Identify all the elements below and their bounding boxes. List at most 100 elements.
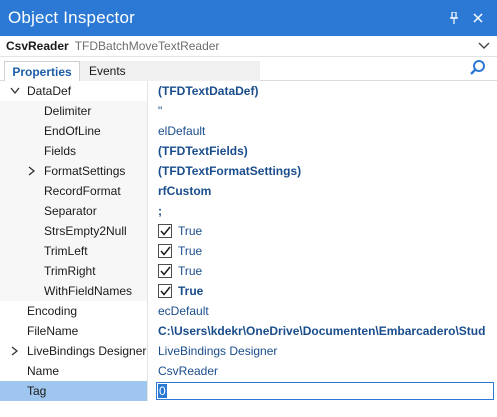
property-name-cell[interactable]: EndOfLine — [0, 121, 148, 141]
property-value: " — [158, 104, 163, 118]
object-selector[interactable]: CsvReader TFDBatchMoveTextReader — [0, 36, 497, 57]
close-icon[interactable] — [471, 11, 485, 25]
property-value: (TFDTextFields) — [158, 144, 248, 158]
property-row[interactable]: StrsEmpty2Null True — [0, 221, 497, 241]
property-name: StrsEmpty2Null — [44, 224, 127, 238]
property-name: LiveBindings Designer — [27, 344, 147, 358]
tab-events[interactable]: Events — [80, 61, 260, 81]
property-name-cell[interactable]: WithFieldNames — [0, 281, 148, 301]
chevron-down-icon[interactable] — [475, 37, 493, 55]
property-value-cell[interactable]: (TFDTextFormatSettings) — [148, 161, 497, 181]
property-name-cell[interactable]: TrimRight — [0, 261, 148, 281]
checkbox[interactable] — [158, 224, 172, 238]
property-row[interactable]: Encoding ecDefault — [0, 301, 497, 321]
title-buttons — [447, 11, 497, 25]
property-value: rfCustom — [158, 184, 212, 198]
chevron-right-icon[interactable] — [9, 345, 21, 357]
property-value-cell[interactable]: C:\Users\kdekr\OneDrive\Documenten\Embar… — [148, 321, 497, 341]
property-name: Delimiter — [44, 104, 92, 118]
property-row[interactable]: EndOfLine elDefault — [0, 121, 497, 141]
property-value: ecDefault — [158, 304, 209, 318]
checkbox[interactable] — [158, 284, 172, 298]
chevron-down-icon[interactable] — [9, 85, 21, 97]
property-row[interactable]: Delimiter " — [0, 101, 497, 121]
property-name-cell[interactable]: Delimiter — [0, 101, 148, 121]
property-name: RecordFormat — [44, 184, 121, 198]
property-value-cell[interactable]: True — [148, 281, 497, 301]
property-row[interactable]: RecordFormat rfCustom — [0, 181, 497, 201]
object-name: CsvReader — [6, 39, 69, 53]
pin-icon[interactable] — [447, 11, 461, 25]
property-name-cell[interactable]: DataDef — [0, 81, 148, 101]
property-name-cell[interactable]: Separator — [0, 201, 148, 221]
property-name-cell[interactable]: StrsEmpty2Null — [0, 221, 148, 241]
property-value-cell[interactable]: ecDefault — [148, 301, 497, 321]
tab-bar: Properties Events — [0, 57, 497, 81]
property-value-cell[interactable]: rfCustom — [148, 181, 497, 201]
property-name-cell[interactable]: Encoding — [0, 301, 148, 321]
property-value: CsvReader — [158, 364, 219, 378]
window-title: Object Inspector — [8, 8, 135, 27]
property-name-cell[interactable]: Tag — [0, 381, 148, 401]
property-value-cell[interactable]: elDefault — [148, 121, 497, 141]
property-row[interactable]: Name CsvReader — [0, 361, 497, 381]
property-row[interactable]: DataDef (TFDTextDataDef) — [0, 81, 497, 101]
chevron-right-icon[interactable] — [26, 165, 38, 177]
property-row[interactable]: TrimRight True — [0, 261, 497, 281]
property-name: Fields — [44, 144, 77, 158]
property-name-cell[interactable]: FormatSettings — [0, 161, 148, 181]
property-name: TrimLeft — [44, 244, 88, 258]
title-bar: Object Inspector — [0, 0, 497, 36]
property-value: LiveBindings Designer — [158, 344, 278, 358]
property-value-cell[interactable]: LiveBindings Designer — [148, 341, 497, 361]
property-row[interactable]: FileName C:\Users\kdekr\OneDrive\Document… — [0, 321, 497, 341]
property-name-cell[interactable]: RecordFormat — [0, 181, 148, 201]
property-value-cell[interactable]: ; — [148, 201, 497, 221]
checkmark-icon — [159, 266, 171, 276]
property-name: FormatSettings — [44, 164, 126, 178]
property-value-cell[interactable]: " — [148, 101, 497, 121]
search-icon[interactable] — [469, 59, 487, 77]
property-name-cell[interactable]: LiveBindings Designer — [0, 341, 148, 361]
property-value: C:\Users\kdekr\OneDrive\Documenten\Embar… — [158, 324, 486, 338]
property-row[interactable]: Separator; — [0, 201, 497, 221]
checkbox[interactable] — [158, 264, 172, 278]
property-row[interactable]: Tag 0 — [0, 381, 497, 401]
property-value-cell[interactable]: (TFDTextFields) — [148, 141, 497, 161]
property-value: (TFDTextFormatSettings) — [158, 164, 302, 178]
property-grid: DataDef (TFDTextDataDef) Delimiter " EndOfLi… — [0, 81, 497, 401]
property-row[interactable]: LiveBindings Designer LiveBindings Design… — [0, 341, 497, 361]
property-row[interactable]: TrimLeft True — [0, 241, 497, 261]
property-name-cell[interactable]: TrimLeft — [0, 241, 148, 261]
property-value: True — [178, 224, 203, 238]
property-value: (TFDTextDataDef) — [158, 84, 259, 98]
property-value-cell[interactable]: (TFDTextDataDef) — [148, 81, 497, 101]
property-name: TrimRight — [44, 264, 96, 278]
tab-properties[interactable]: Properties — [4, 61, 80, 81]
property-value-cell[interactable]: 0 — [148, 381, 497, 401]
property-row[interactable]: Fields (TFDTextFields) — [0, 141, 497, 161]
checkmark-icon — [159, 286, 171, 296]
property-value: ; — [158, 204, 162, 218]
property-name: Name — [27, 364, 60, 378]
property-name: EndOfLine — [44, 124, 101, 138]
property-row[interactable]: WithFieldNames True — [0, 281, 497, 301]
property-value-cell[interactable]: CsvReader — [148, 361, 497, 381]
tag-value-input[interactable]: 0 — [156, 382, 494, 400]
property-name-cell[interactable]: FileName — [0, 321, 148, 341]
property-name: FileName — [27, 324, 79, 338]
property-name-cell[interactable]: Name — [0, 361, 148, 381]
checkbox[interactable] — [158, 244, 172, 258]
selected-text: 0 — [158, 384, 167, 398]
property-value: True — [178, 284, 204, 298]
checkmark-icon — [159, 226, 171, 236]
property-value: True — [178, 264, 203, 278]
property-value-cell[interactable]: True — [148, 241, 497, 261]
property-row[interactable]: FormatSettings (TFDTextFormatSettings) — [0, 161, 497, 181]
property-value: True — [178, 244, 203, 258]
property-name-cell[interactable]: Fields — [0, 141, 148, 161]
checkmark-icon — [159, 246, 171, 256]
property-value-cell[interactable]: True — [148, 221, 497, 241]
property-name: WithFieldNames — [44, 284, 133, 298]
property-value-cell[interactable]: True — [148, 261, 497, 281]
